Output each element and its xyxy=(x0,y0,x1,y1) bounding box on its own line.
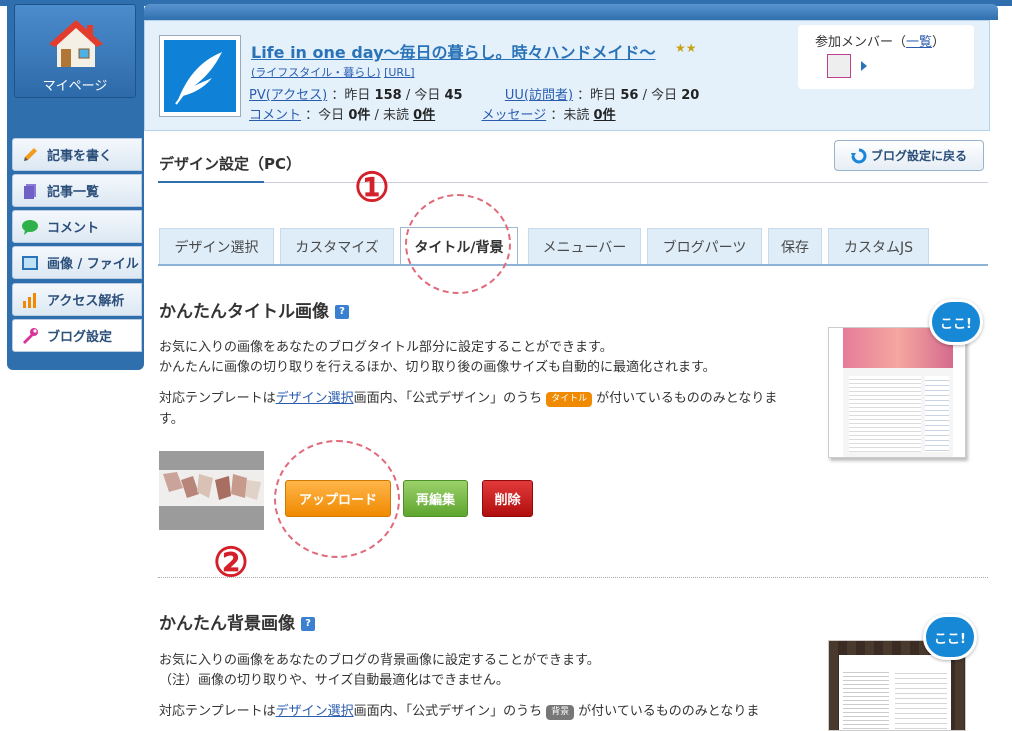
bg-image-heading: かんたん背景画像? xyxy=(159,609,315,634)
help-icon[interactable]: ? xyxy=(335,305,349,319)
tab-design-select[interactable]: デザイン選択 xyxy=(159,228,274,264)
members-label: 参加メンバー（一覧） xyxy=(815,35,946,50)
title-template-note-end: す。 xyxy=(159,412,184,427)
category-link[interactable]: (ライフスタイル・暮らし) xyxy=(251,66,381,79)
pv-yesterday-value: 158 xyxy=(374,88,402,103)
uu-link[interactable]: UU(訪問者) xyxy=(505,88,573,103)
annotation-number-one: ① xyxy=(354,164,390,211)
access-stats: PV(アクセス) ：昨日 158 / 今日 45 UU(訪問者) ：昨日 56 … xyxy=(249,84,699,103)
bg-image-desc-2: （注）画像の切り取りや、サイズ自動最適化はできません。 xyxy=(159,673,509,688)
pv-today-value: 45 xyxy=(444,88,463,103)
bg-template-note: 対応テンプレートはデザイン選択画面内、「公式デザイン」のうち 背景 が付いているもの… xyxy=(159,704,760,720)
caret-right-icon[interactable] xyxy=(861,61,867,71)
pencil-icon xyxy=(24,147,37,161)
sidebar-item-comment[interactable]: コメント xyxy=(12,210,142,243)
tab-menubar[interactable]: メニューバー xyxy=(528,228,641,264)
comment-today-value: 0件 xyxy=(348,108,371,123)
sidebar-item-article-list[interactable]: 記事一覧 xyxy=(12,174,142,207)
title-image-heading: かんたんタイトル画像? xyxy=(159,297,349,322)
tab-customize[interactable]: カスタマイズ xyxy=(280,228,394,264)
comment-unread-link[interactable]: 0件 xyxy=(413,108,435,123)
sidebar-item-label: 画像 / ファイル xyxy=(47,257,139,272)
bar-chart-icon xyxy=(23,292,36,308)
tab-custom-js[interactable]: カスタムJS xyxy=(828,228,929,264)
title-badge: タイトル xyxy=(546,392,593,407)
sidebar-item-analytics[interactable]: アクセス解析 xyxy=(12,283,142,316)
title-preview-image xyxy=(828,327,966,458)
comment-link[interactable]: コメント xyxy=(249,108,301,123)
sidebar-item-write[interactable]: 記事を書く xyxy=(12,138,142,171)
speech-bubble-icon xyxy=(22,219,38,235)
design-select-link[interactable]: デザイン選択 xyxy=(276,391,354,406)
reedit-button[interactable]: 再編集 xyxy=(403,480,468,517)
bg-image-desc-1: お気に入りの画像をあなたのブログの背景画像に設定することができます。 xyxy=(159,653,600,668)
blog-title-link[interactable]: Life in one day～毎日の暮らし。時々ハンドメイド～ xyxy=(251,39,656,63)
annotation-circle-upload xyxy=(274,440,400,558)
image-file-icon xyxy=(22,255,38,270)
sidebar-item-image-file[interactable]: 画像 / ファイル xyxy=(12,246,142,279)
koko-callout: ここ! xyxy=(929,299,983,345)
tab-save[interactable]: 保存 xyxy=(768,228,822,264)
url-link[interactable]: [URL] xyxy=(384,66,414,79)
pv-link[interactable]: PV(アクセス) xyxy=(249,88,327,103)
sidebar-item-blog-settings[interactable]: ブログ設定 xyxy=(12,319,142,352)
heading-accent xyxy=(158,181,264,183)
section-divider xyxy=(158,577,988,578)
help-icon[interactable]: ? xyxy=(301,617,315,631)
koko-callout: ここ! xyxy=(923,614,977,660)
back-to-settings-button[interactable]: ブログ設定に戻る xyxy=(834,140,984,171)
wrench-icon xyxy=(23,327,38,344)
message-link[interactable]: メッセージ xyxy=(481,108,546,123)
rank-stars: ★★ xyxy=(675,41,697,55)
blog-category: (ライフスタイル・暮らし) [URL] xyxy=(251,64,415,80)
uu-yesterday-label: ：昨日 xyxy=(577,88,617,103)
message-unread-link[interactable]: 0件 xyxy=(594,108,616,123)
header-top-bar xyxy=(144,4,998,20)
members-list-link[interactable]: 一覧 xyxy=(906,35,932,50)
back-button-label: ブログ設定に戻る xyxy=(870,149,967,163)
page-title: デザイン設定（PC） xyxy=(159,155,302,173)
sidebar-item-label: ブログ設定 xyxy=(47,330,113,345)
tab-blog-parts[interactable]: ブログパーツ xyxy=(647,228,762,264)
comment-unread-label: / 未読 xyxy=(374,108,410,123)
members-box: 参加メンバー（一覧） xyxy=(798,25,974,89)
sidebar-item-label: アクセス解析 xyxy=(47,294,125,309)
pv-today-label: / 今日 xyxy=(405,88,441,103)
sidebar-item-label: コメント xyxy=(47,221,100,236)
uu-today-label: / 今日 xyxy=(642,88,678,103)
sidebar-item-label: 記事を書く xyxy=(47,149,113,164)
comment-today-label: ：今日 xyxy=(305,108,345,123)
sidebar-item-label: 記事一覧 xyxy=(47,185,100,200)
blog-logo[interactable] xyxy=(159,35,241,117)
title-image-desc-1: お気に入りの画像をあなたのブログタイトル部分に設定することができます。 xyxy=(159,340,613,355)
refresh-arrow-icon xyxy=(850,148,867,163)
pv-yesterday-label: ：昨日 xyxy=(331,88,371,103)
house-icon xyxy=(49,20,103,67)
document-icon xyxy=(24,183,36,199)
mypage-button[interactable]: マイページ xyxy=(14,4,136,98)
heading-divider xyxy=(158,182,988,183)
title-image-thumbnail xyxy=(159,451,264,530)
title-template-note: 対応テンプレートはデザイン選択画面内、「公式デザイン」のうち タイトル が付いている… xyxy=(159,391,778,407)
comment-stats: コメント ：今日 0件 / 未読 0件 メッセージ ：未読 0件 xyxy=(249,104,616,123)
uu-yesterday-value: 56 xyxy=(620,88,639,103)
bg-badge: 背景 xyxy=(546,705,575,720)
design-select-link[interactable]: デザイン選択 xyxy=(276,704,354,719)
message-unread-label: ：未読 xyxy=(550,108,590,123)
uu-today-value: 20 xyxy=(681,88,700,103)
mypage-label: マイページ xyxy=(42,79,108,94)
annotation-circle-tab xyxy=(405,194,511,294)
delete-button[interactable]: 削除 xyxy=(482,480,533,517)
tab-underline xyxy=(158,264,988,266)
blog-header: Life in one day～毎日の暮らし。時々ハンドメイド～ ★★ (ライフ… xyxy=(144,20,990,131)
member-avatar[interactable] xyxy=(827,54,851,78)
feather-icon xyxy=(175,52,222,105)
title-image-desc-2: かんたんに画像の切り取りを行えるほか、切り取り後の画像サイズも自動的に最適化され… xyxy=(159,360,716,375)
annotation-number-two: ② xyxy=(213,539,249,586)
